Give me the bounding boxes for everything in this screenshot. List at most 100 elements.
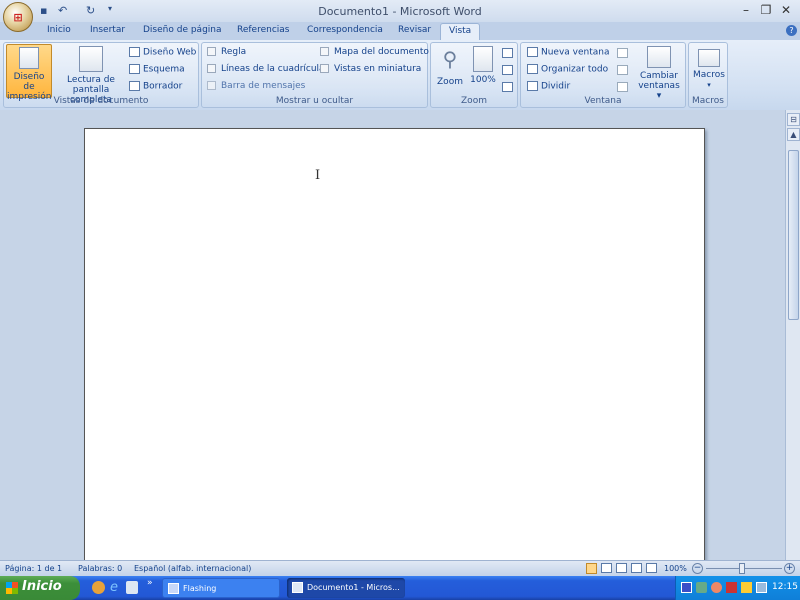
checkbox-icon xyxy=(207,47,216,56)
help-icon[interactable]: ? xyxy=(786,25,797,36)
tab-insertar[interactable]: Insertar xyxy=(90,25,125,35)
group-zoom: ⚲ Zoom 100% Zoom xyxy=(430,42,518,108)
thumbnails-checkbox[interactable]: Vistas en miniatura xyxy=(320,64,421,74)
language-indicator[interactable]: Español (alfab. internacional) xyxy=(134,564,251,573)
thumbnails-label: Vistas en miniatura xyxy=(334,64,422,74)
draft-button[interactable]: Borrador xyxy=(129,81,182,92)
split-label: Dividir xyxy=(541,81,571,92)
web-view-icon[interactable] xyxy=(616,563,627,573)
ribbon: Diseño de impresión Lectura de pantalla … xyxy=(0,40,800,110)
macros-button[interactable]: Macros ▾ xyxy=(691,49,727,90)
two-pages-icon[interactable] xyxy=(502,65,513,75)
document-page[interactable] xyxy=(84,128,705,568)
tab-revisar[interactable]: Revisar xyxy=(398,25,431,35)
app-icon xyxy=(168,583,179,594)
tray-app-icon[interactable] xyxy=(681,582,692,593)
zoom-in-button[interactable]: + xyxy=(784,563,795,574)
zoom-out-button[interactable]: − xyxy=(692,563,703,574)
new-window-button[interactable]: Nueva ventana xyxy=(527,47,610,58)
arrange-all-icon xyxy=(527,64,538,74)
office-button[interactable]: ⊞ xyxy=(3,2,33,32)
tab-vista[interactable]: Vista xyxy=(440,23,481,41)
internet-explorer-icon[interactable]: e xyxy=(110,580,118,595)
print-layout-button[interactable]: Diseño de impresión xyxy=(6,44,52,102)
zoom-slider-thumb[interactable] xyxy=(739,563,745,574)
word-count[interactable]: Palabras: 0 xyxy=(78,564,122,573)
ribbon-tabs: Inicio Insertar Diseño de página Referen… xyxy=(0,22,800,41)
close-button[interactable]: ✕ xyxy=(777,3,795,17)
page-width-icon[interactable] xyxy=(502,82,513,92)
split-button[interactable]: Dividir xyxy=(527,81,570,92)
taskbar-item-label: Documento1 - Micros... xyxy=(307,583,400,592)
tray-icon-3[interactable] xyxy=(756,582,767,593)
page-count[interactable]: Página: 1 de 1 xyxy=(5,564,62,573)
message-bar-label: Barra de mensajes xyxy=(221,81,306,91)
outline-button[interactable]: Esquema xyxy=(129,64,185,75)
group-macros: Macros ▾ Macros xyxy=(688,42,728,108)
side-by-side-icon[interactable] xyxy=(617,48,628,58)
macros-label: Macros xyxy=(693,70,725,80)
print-layout-icon xyxy=(19,47,39,69)
tab-correspondencia[interactable]: Correspondencia xyxy=(307,25,383,35)
browser-icon[interactable] xyxy=(92,581,105,594)
window-title: Documento1 - Microsoft Word xyxy=(318,5,482,18)
tray-icon-2[interactable] xyxy=(741,582,752,593)
clock[interactable]: 12:15 xyxy=(772,582,798,592)
group-vistas-documento: Diseño de impresión Lectura de pantalla … xyxy=(3,42,199,108)
one-page-icon[interactable] xyxy=(502,48,513,58)
macros-dropdown-icon: ▾ xyxy=(707,81,711,89)
scrollbar-thumb[interactable] xyxy=(788,150,799,320)
tray-icon[interactable] xyxy=(711,582,722,593)
group-label: Mostrar u ocultar xyxy=(275,96,354,106)
draft-view-icon[interactable] xyxy=(646,563,657,573)
outline-icon xyxy=(129,64,140,74)
ruler-toggle-icon[interactable]: ⊟ xyxy=(787,113,800,126)
taskbar-item-word[interactable]: Documento1 - Micros... xyxy=(287,578,405,598)
web-layout-label: Diseño Web xyxy=(143,47,197,58)
tab-diseno-pagina[interactable]: Diseño de página xyxy=(143,25,222,35)
restore-button[interactable]: ❐ xyxy=(757,3,775,17)
ruler-checkbox[interactable]: Regla xyxy=(207,47,246,57)
network-icon[interactable] xyxy=(696,582,707,593)
print-layout-view-icon[interactable] xyxy=(586,563,597,574)
message-bar-checkbox[interactable]: Barra de mensajes xyxy=(207,81,305,91)
zoom-button[interactable]: ⚲ Zoom xyxy=(435,46,465,87)
word-icon xyxy=(292,582,303,593)
checkbox-icon xyxy=(320,47,329,56)
text-cursor-icon: I xyxy=(315,168,321,183)
full-screen-label: Lectura de xyxy=(67,75,115,85)
checkbox-icon xyxy=(207,64,216,73)
vertical-scrollbar[interactable]: ⊟ ▲ xyxy=(785,110,800,560)
checkbox-icon xyxy=(320,64,329,73)
web-layout-icon xyxy=(129,47,140,57)
gridlines-checkbox[interactable]: Líneas de la cuadrícula xyxy=(207,64,325,74)
group-label: Macros xyxy=(692,96,724,106)
group-label: Ventana xyxy=(584,96,622,106)
document-map-checkbox[interactable]: Mapa del documento xyxy=(320,47,429,57)
full-screen-reading-icon xyxy=(79,46,103,72)
arrange-all-button[interactable]: Organizar todo xyxy=(527,64,608,75)
magnifier-icon: ⚲ xyxy=(442,47,458,71)
outline-view-icon[interactable] xyxy=(631,563,642,573)
draft-label: Borrador xyxy=(143,81,183,92)
scroll-up-button[interactable]: ▲ xyxy=(787,128,800,141)
taskbar-item-flashing[interactable]: Flashing xyxy=(162,578,280,598)
new-window-label: Nueva ventana xyxy=(541,47,610,58)
zoom-100-button[interactable]: 100% xyxy=(468,46,498,85)
full-screen-view-icon[interactable] xyxy=(601,563,612,573)
tab-referencias[interactable]: Referencias xyxy=(237,25,290,35)
zoom-level[interactable]: 100% xyxy=(664,564,687,573)
group-label: Zoom xyxy=(461,96,487,106)
quicklaunch-chevron-icon[interactable]: » xyxy=(147,578,153,588)
group-ventana: Nueva ventana Organizar todo Dividir Cam… xyxy=(520,42,686,108)
status-bar: Página: 1 de 1 Palabras: 0 Español (alfa… xyxy=(0,560,800,576)
reset-position-icon[interactable] xyxy=(617,82,628,92)
volume-icon[interactable] xyxy=(726,582,737,593)
minimize-button[interactable]: – xyxy=(737,3,755,17)
tab-inicio[interactable]: Inicio xyxy=(47,25,71,35)
sync-scroll-icon[interactable] xyxy=(617,65,628,75)
web-layout-button[interactable]: Diseño Web xyxy=(129,47,196,58)
switch-windows-button[interactable]: Cambiar ventanas ▾ xyxy=(635,46,683,101)
start-label: Inicio xyxy=(22,579,62,594)
desktop-icon[interactable] xyxy=(126,581,138,594)
